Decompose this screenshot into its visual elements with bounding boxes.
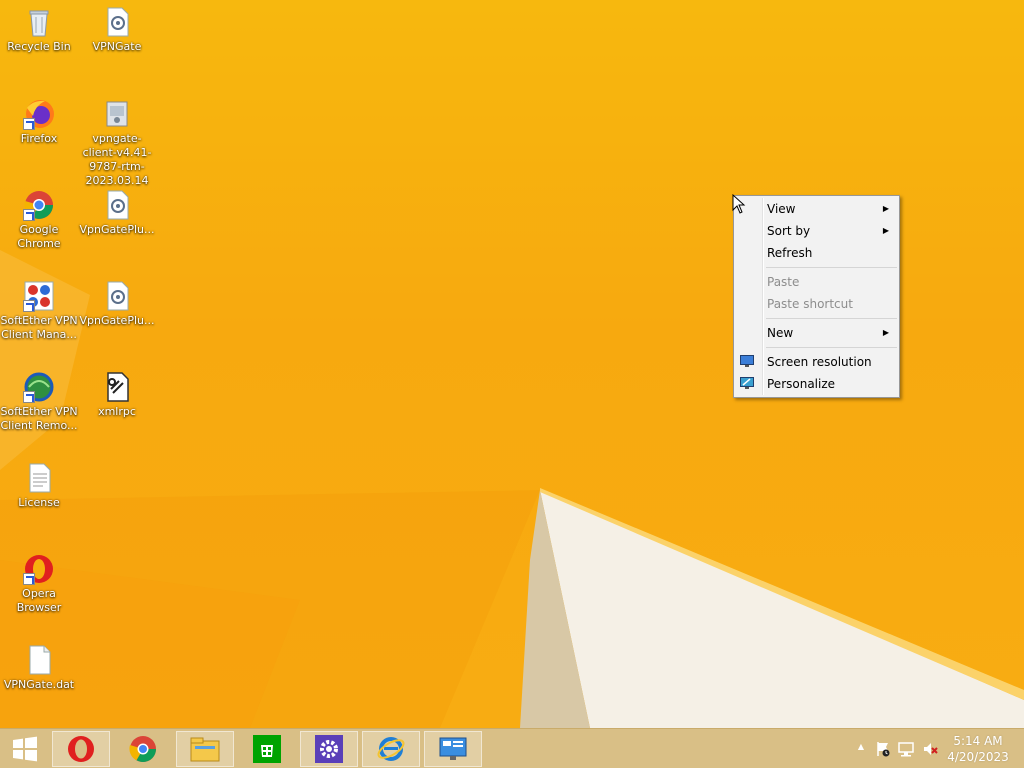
opera-icon — [23, 553, 55, 585]
desktop-icon-xmlrpc[interactable]: xmlrpc — [78, 367, 156, 419]
menu-item-screen-resolution[interactable]: Screen resolution — [734, 351, 899, 373]
menu-item-label: Personalize — [767, 377, 836, 391]
volume-muted-icon[interactable] — [922, 741, 938, 757]
internet-explorer-icon — [377, 737, 405, 761]
shortcut-arrow-icon — [23, 391, 35, 403]
softether-manager-icon — [23, 280, 55, 312]
show-hidden-icons-button[interactable]: ▲ — [858, 742, 864, 751]
menu-item-label: Sort by — [767, 224, 811, 238]
monitor-icon — [740, 355, 754, 367]
blank-file-icon — [23, 644, 55, 676]
desktop-context-menu: View ▶ Sort by ▶ Refresh Paste Paste sho… — [733, 195, 900, 398]
text-file-icon — [23, 462, 55, 494]
action-center-flag-icon[interactable] — [875, 741, 891, 757]
shortcut-arrow-icon — [23, 300, 35, 312]
menu-item-label: Refresh — [767, 246, 813, 260]
desktop-icon-vpngateplugin-1[interactable]: VpnGatePlu... — [78, 185, 156, 237]
menu-separator — [766, 267, 897, 268]
desktop-icon-label: Opera Browser — [16, 587, 62, 614]
menu-item-label: View — [767, 202, 796, 216]
desktop-icon-label: Recycle Bin — [7, 40, 71, 53]
taskbar-file-explorer-button[interactable] — [176, 731, 234, 767]
file-explorer-icon — [190, 737, 220, 762]
taskbar-internet-explorer-button[interactable] — [362, 731, 420, 767]
submenu-arrow-icon: ▶ — [882, 204, 889, 213]
personalize-icon — [740, 377, 754, 389]
menu-item-personalize[interactable]: Personalize — [734, 373, 899, 395]
desktop-icon-label: xmlrpc — [98, 405, 136, 418]
desktop-icon-opera[interactable]: Opera Browser — [0, 549, 78, 615]
taskbar-settings-button[interactable] — [300, 731, 358, 767]
desktop-icon-label: VPNGate.dat — [3, 678, 75, 691]
menu-separator — [766, 347, 897, 348]
desktop-icon-softether-remote[interactable]: SoftEther VPN Client Remo... — [0, 367, 78, 433]
desktop-icon-google-chrome[interactable]: Google Chrome — [0, 185, 78, 251]
taskbar-chrome-button[interactable] — [114, 731, 172, 767]
desktop-icon-label: SoftEther VPN Client Mana... — [0, 314, 78, 341]
desktop-icon-label: VpnGatePlu... — [79, 314, 155, 327]
desktop-icon-label: VPNGate — [92, 40, 142, 53]
installer-icon — [101, 98, 133, 130]
shortcut-arrow-icon — [23, 209, 35, 221]
desktop-icon-recycle-bin[interactable]: Recycle Bin — [0, 2, 78, 54]
taskbar-opera-button[interactable] — [52, 731, 110, 767]
menu-item-label: New — [767, 326, 794, 340]
opera-icon — [68, 736, 94, 762]
windows-logo-icon — [13, 736, 37, 762]
taskbar-control-panel-button[interactable] — [424, 731, 482, 767]
shortcut-arrow-icon — [23, 118, 35, 130]
mouse-cursor-icon — [732, 194, 746, 214]
desktop-icon-license[interactable]: License — [0, 458, 78, 510]
taskbar: ▲ 5:14 AM 4/20/2023 — [0, 728, 1024, 768]
desktop-icon-firefox[interactable]: Firefox — [0, 94, 78, 146]
menu-separator — [766, 318, 897, 319]
desktop-icon-vpngateplugin-2[interactable]: VpnGatePlu... — [78, 276, 156, 328]
start-button[interactable] — [0, 731, 50, 767]
desktop-icon-vpngate-dat[interactable]: VPNGate.dat — [0, 640, 78, 692]
desktop-icon-label: VpnGatePlu... — [79, 223, 155, 236]
recycle-bin-icon — [23, 6, 55, 38]
menu-item-paste: Paste — [734, 271, 899, 293]
menu-item-paste-shortcut: Paste shortcut — [734, 293, 899, 315]
desktop-icon-label: Google Chrome — [17, 223, 61, 250]
menu-item-refresh[interactable]: Refresh — [734, 242, 899, 264]
menu-item-label: Paste — [767, 275, 800, 289]
desktop-icon-softether-manager[interactable]: SoftEther VPN Client Mana... — [0, 276, 78, 342]
desktop-icon-label: SoftEther VPN Client Remo... — [0, 405, 78, 432]
desktop-icon-label: Firefox — [20, 132, 58, 145]
menu-item-view[interactable]: View ▶ — [734, 198, 899, 220]
xmlrpc-file-icon — [101, 371, 133, 403]
clock-time: 5:14 AM — [953, 734, 1003, 748]
network-icon[interactable] — [898, 741, 914, 757]
config-file-icon — [101, 280, 133, 312]
config-file-icon — [101, 189, 133, 221]
menu-item-new[interactable]: New ▶ — [734, 322, 899, 344]
taskbar-store-button[interactable] — [238, 731, 296, 767]
store-icon — [253, 735, 281, 763]
firefox-icon — [23, 98, 55, 130]
desktop-icon-label: vpngate-client-v4.41-9787-rtm-2023.03.14 — [82, 132, 152, 187]
submenu-arrow-icon: ▶ — [882, 226, 889, 235]
menu-item-sort-by[interactable]: Sort by ▶ — [734, 220, 899, 242]
shortcut-arrow-icon — [23, 573, 35, 585]
softether-remote-icon — [23, 371, 55, 403]
desktop-icon-vpngate-installer[interactable]: vpngate-client-v4.41-9787-rtm-2023.03.14 — [78, 94, 156, 188]
config-file-icon — [101, 6, 133, 38]
control-panel-icon — [439, 737, 467, 760]
desktop-icon-vpngate[interactable]: VPNGate — [78, 2, 156, 54]
menu-item-label: Screen resolution — [767, 355, 872, 369]
chrome-icon — [23, 189, 55, 221]
desktop-icon-label: License — [18, 496, 60, 509]
settings-icon — [315, 735, 343, 763]
desktop[interactable]: Recycle Bin VPNGate Firefox vpngate-clie… — [0, 0, 1024, 728]
submenu-arrow-icon: ▶ — [882, 328, 889, 337]
chrome-icon — [129, 736, 157, 763]
clock-date: 4/20/2023 — [947, 750, 1009, 764]
menu-item-label: Paste shortcut — [767, 297, 853, 311]
clock[interactable]: 5:14 AM 4/20/2023 — [946, 733, 1010, 765]
